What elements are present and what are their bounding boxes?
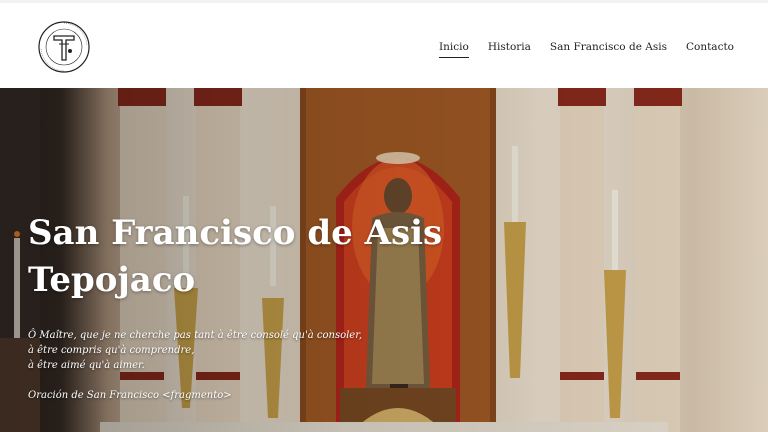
site-header: Inicio Historia San Francisco de Asis Co… [0,0,768,88]
nav-item-inicio[interactable]: Inicio [438,41,469,58]
nav-item-contacto[interactable]: Contacto [686,41,734,58]
nav-item-historia[interactable]: Historia [488,41,531,58]
quote-source: Oración de San Francisco <fragmento> [28,390,232,401]
hero-title-line2: Tepojaco [28,260,196,300]
main-nav: Inicio Historia San Francisco de Asis Co… [438,41,734,58]
hero-title-line1: San Francisco de Asis [28,213,443,253]
hero-section: San Francisco de Asis Tepojaco Ô Maître,… [0,88,768,432]
hero-quote: Ô Maître, que je ne cherche pas tant à ê… [28,328,388,373]
quote-line: à être compris qu'à comprendre, [28,345,195,356]
nav-item-san-francisco[interactable]: San Francisco de Asis [550,41,667,58]
quote-line: Ô Maître, que je ne cherche pas tant à ê… [28,330,363,341]
hero-title: San Francisco de Asis Tepojaco [28,210,488,304]
quote-line: à être aimé qu'à aimer. [28,360,145,371]
parish-logo-icon[interactable] [37,20,91,74]
